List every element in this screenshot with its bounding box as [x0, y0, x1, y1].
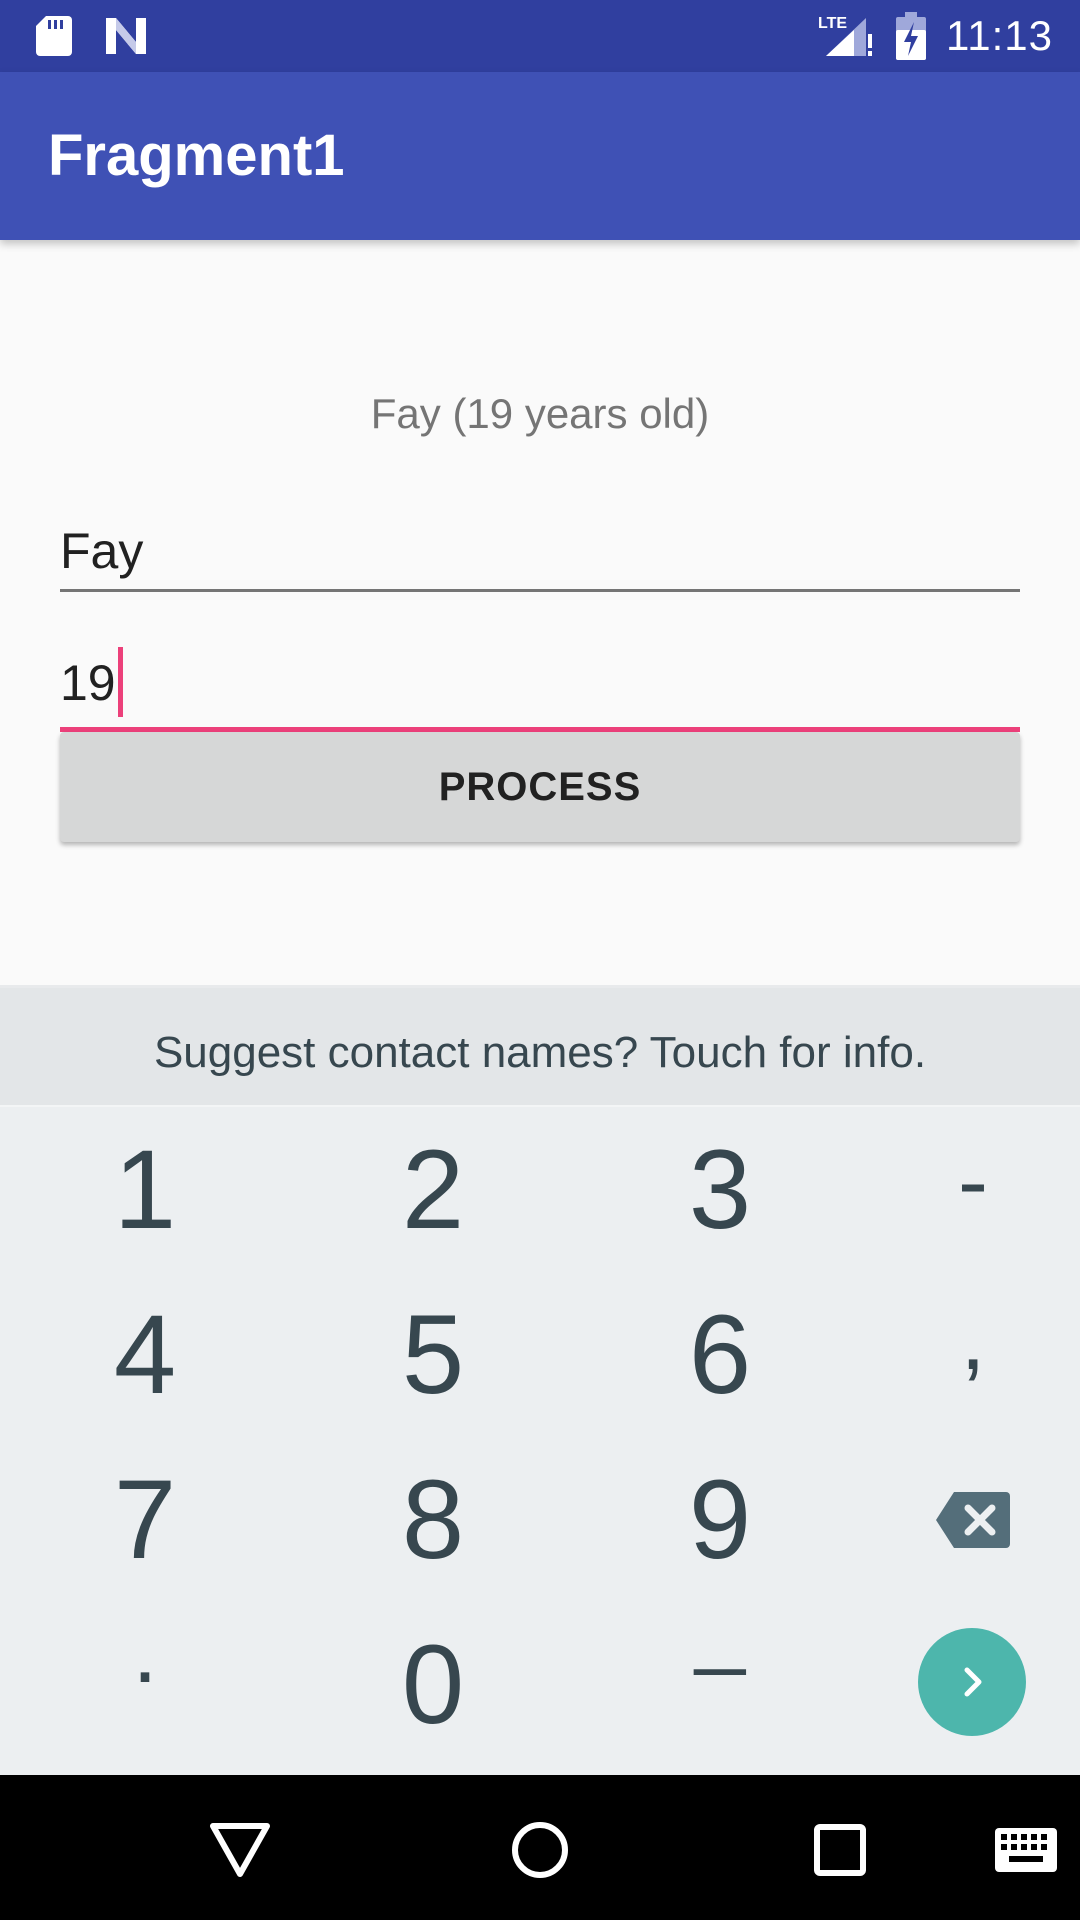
- keyboard-switch-icon: [995, 1828, 1057, 1872]
- key-0[interactable]: 0: [298, 1602, 568, 1767]
- suggestion-text: Suggest contact names? Touch for info.: [153, 1028, 927, 1077]
- status-bar: LTE 11:13: [0, 0, 1080, 72]
- keyboard: Suggest contact names? Touch for info. 1…: [0, 985, 1080, 1775]
- home-icon: [512, 1822, 568, 1878]
- key-5[interactable]: 5: [298, 1272, 568, 1437]
- key-dash[interactable]: -: [838, 1100, 1080, 1265]
- key-3[interactable]: 3: [585, 1107, 855, 1272]
- name-field[interactable]: Fay: [60, 480, 1020, 592]
- recents-icon: [814, 1824, 866, 1876]
- svg-text:LTE: LTE: [818, 15, 847, 32]
- recents-button[interactable]: [795, 1805, 885, 1895]
- app-bar: Fragment1: [0, 72, 1080, 240]
- name-field-value: Fay: [60, 523, 144, 579]
- keyboard-switch-button[interactable]: [990, 1805, 1062, 1895]
- backspace-icon: [936, 1491, 1010, 1548]
- app-title: Fragment1: [48, 123, 345, 188]
- key-1[interactable]: 1: [10, 1107, 280, 1272]
- sd-card-icon: [36, 16, 72, 56]
- key-4[interactable]: 4: [10, 1272, 280, 1437]
- next-icon: [964, 1667, 982, 1697]
- clock: 11:13: [946, 12, 1053, 59]
- n-logo-icon: [106, 18, 146, 54]
- key-comma[interactable]: ,: [838, 1257, 1080, 1422]
- next-key[interactable]: [918, 1628, 1026, 1736]
- key-6[interactable]: 6: [585, 1272, 855, 1437]
- back-button[interactable]: [195, 1805, 285, 1895]
- battery-charging-icon: [896, 12, 926, 60]
- age-field-value: 19: [60, 646, 123, 717]
- key-space[interactable]: _: [585, 1545, 855, 1710]
- key-period[interactable]: .: [10, 1570, 280, 1735]
- suggestion-strip[interactable]: Suggest contact names? Touch for info.: [0, 985, 1080, 1107]
- backspace-key[interactable]: [838, 1437, 1080, 1602]
- summary-text: Fay (19 years old): [370, 390, 710, 437]
- nav-bar: [0, 1775, 1080, 1920]
- back-icon: [210, 1823, 270, 1877]
- process-button[interactable]: PROCESS: [60, 732, 1020, 842]
- lte-signal-icon: LTE: [818, 15, 872, 56]
- name-field-underline: [60, 589, 1020, 592]
- key-2[interactable]: 2: [298, 1107, 568, 1272]
- age-field[interactable]: 19: [60, 600, 1020, 732]
- key-8[interactable]: 8: [298, 1437, 568, 1602]
- text-cursor: [117, 646, 123, 717]
- age-field-text: 19: [60, 655, 116, 711]
- content: Fay (19 years old) Fay 19 PROCESS: [0, 240, 1080, 985]
- home-button[interactable]: [495, 1805, 585, 1895]
